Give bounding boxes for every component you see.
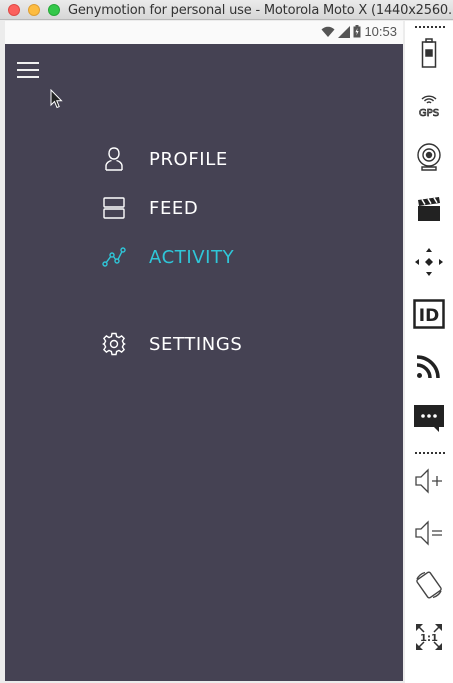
clapperboard-icon xyxy=(418,197,440,221)
battery-widget-icon xyxy=(421,38,437,68)
menu-item-label: SETTINGS xyxy=(149,333,243,355)
minimize-window-button[interactable] xyxy=(28,4,40,16)
menu-item-label: FEED xyxy=(149,197,199,219)
mouse-cursor-icon xyxy=(50,89,63,109)
gear-icon xyxy=(101,331,127,357)
menu-item-profile[interactable]: PROFILE xyxy=(101,144,228,174)
rotate-button[interactable] xyxy=(413,569,445,601)
hamburger-menu-button[interactable] xyxy=(17,62,39,78)
gps-icon: GPS xyxy=(419,95,439,119)
pixel-perfect-icon: 1:1 xyxy=(416,624,442,650)
activity-icon xyxy=(101,244,127,270)
wifi-icon xyxy=(321,26,335,37)
sms-widget-button[interactable] xyxy=(413,402,445,434)
signal-icon xyxy=(338,25,351,38)
camera-widget-button[interactable] xyxy=(413,141,445,173)
feed-icon xyxy=(101,195,127,221)
android-status-bar: 10:53 xyxy=(5,21,403,44)
volume-down-button[interactable] xyxy=(413,517,445,549)
menu-item-label: ACTIVITY xyxy=(149,246,235,268)
battery-icon xyxy=(353,25,361,38)
battery-widget-button[interactable] xyxy=(413,37,445,69)
webcam-icon xyxy=(417,143,441,171)
id-icon: ID xyxy=(413,299,445,329)
network-widget-button[interactable] xyxy=(413,350,445,382)
identifiers-widget-button[interactable]: ID xyxy=(413,298,445,330)
window-title: Genymotion for personal use - Motorola M… xyxy=(68,3,453,18)
navigation-drawer: PROFILE FEED ACTIVITY SETTINGS xyxy=(5,44,403,681)
remote-control-widget-button[interactable] xyxy=(413,246,445,278)
volume-up-icon xyxy=(415,468,442,494)
gps-widget-button[interactable]: GPS xyxy=(413,89,445,121)
volume-down-icon xyxy=(415,520,442,546)
menu-item-label: PROFILE xyxy=(149,148,228,170)
person-icon xyxy=(101,146,127,172)
pixel-perfect-label: 1:1 xyxy=(420,633,438,644)
toolbar-divider xyxy=(415,452,445,456)
volume-up-button[interactable] xyxy=(413,465,445,497)
id-label: ID xyxy=(419,306,439,326)
message-icon xyxy=(414,405,444,432)
rss-icon xyxy=(416,355,440,379)
close-window-button[interactable] xyxy=(8,4,20,16)
rotate-device-icon xyxy=(416,571,442,599)
window-titlebar: Genymotion for personal use - Motorola M… xyxy=(0,0,453,20)
pixel-perfect-button[interactable]: 1:1 xyxy=(413,621,445,653)
toolbar-divider xyxy=(415,26,445,30)
dpad-icon xyxy=(415,248,443,276)
menu-item-activity[interactable]: ACTIVITY xyxy=(101,242,234,272)
status-time: 10:53 xyxy=(364,24,397,39)
menu-item-feed[interactable]: FEED xyxy=(101,193,198,223)
screencast-widget-button[interactable] xyxy=(413,193,445,225)
menu-item-settings[interactable]: SETTINGS xyxy=(101,329,242,359)
emulator-toolbar: GPS ID 1:1 xyxy=(405,21,453,683)
maximize-window-button[interactable] xyxy=(48,4,60,16)
gps-label: GPS xyxy=(419,108,439,119)
